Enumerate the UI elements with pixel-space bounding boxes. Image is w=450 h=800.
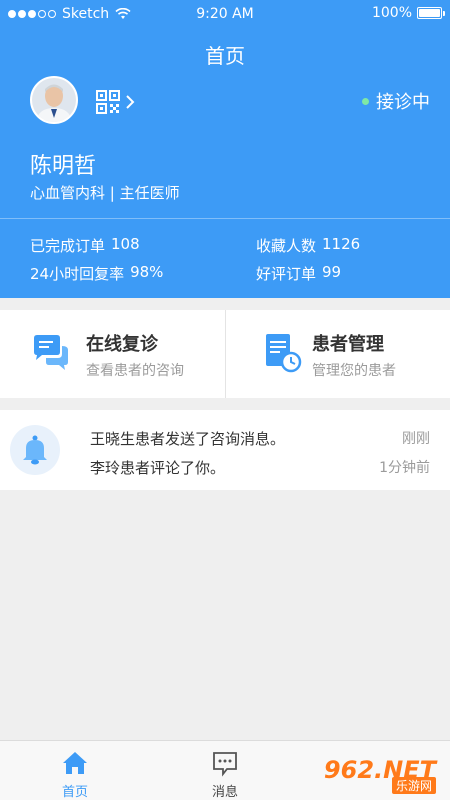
bell-badge bbox=[10, 425, 60, 475]
stat-value: 1126 bbox=[322, 235, 361, 253]
tab-home[interactable]: 首页 bbox=[0, 741, 150, 800]
stat-label: 收藏人数 bbox=[256, 237, 317, 255]
stat-favorites: 收藏人数 1126 bbox=[256, 235, 360, 256]
stat-value: 98% bbox=[130, 263, 164, 281]
tab-label: 消息 bbox=[211, 785, 238, 800]
quick-subtitle: 查看患者的咨询 bbox=[86, 363, 184, 379]
doctor-name: 陈明哲 bbox=[30, 154, 97, 179]
notice-text: 李玲患者评论了你。 bbox=[90, 459, 226, 477]
document-clock-icon bbox=[266, 334, 302, 373]
message-icon bbox=[213, 752, 237, 777]
tab-bar: 首页 消息 962.NET 乐游网 bbox=[0, 740, 450, 800]
watermark-sub: 乐游网 bbox=[391, 777, 436, 794]
consult-status-label: 接诊中 bbox=[376, 92, 430, 113]
notice-time: 1分钟前 bbox=[379, 460, 430, 476]
notice-item[interactable]: 李玲患者评论了你。 1分钟前 bbox=[90, 457, 430, 478]
doctor-title: 心血管内科 | 主任医师 bbox=[30, 184, 180, 202]
home-icon bbox=[63, 752, 87, 774]
battery-label: 100% bbox=[371, 5, 412, 21]
notice-panel[interactable] bbox=[0, 410, 450, 490]
battery-info: 100% bbox=[371, 5, 445, 21]
quick-subtitle: 管理您的患者 bbox=[312, 363, 396, 379]
chevron-right-icon[interactable] bbox=[124, 90, 136, 114]
header-divider bbox=[0, 218, 450, 219]
avatar-image bbox=[32, 78, 76, 122]
tab-messages[interactable]: 消息 bbox=[150, 741, 300, 800]
online-dot-icon bbox=[362, 97, 369, 105]
quick-actions: 在线复诊 查看患者的咨询 患者管理 管理您的患者 bbox=[0, 310, 450, 398]
bell-icon bbox=[23, 435, 47, 465]
stat-good-reviews: 好评订单 99 bbox=[256, 263, 341, 284]
stat-value: 99 bbox=[322, 263, 342, 281]
quick-title: 在线复诊 bbox=[86, 334, 158, 355]
chat-bubbles-icon bbox=[34, 335, 68, 370]
battery-icon bbox=[417, 7, 445, 19]
page-title: 首页 bbox=[205, 44, 245, 68]
watermark-logo: 962.NET 乐游网 bbox=[304, 754, 444, 794]
status-bar: Sketch 9:20 AM 100% bbox=[0, 0, 450, 28]
stat-label: 已完成订单 bbox=[30, 237, 106, 255]
notice-text: 王晓生患者发送了咨询消息。 bbox=[90, 430, 286, 448]
stat-value: 108 bbox=[111, 235, 140, 253]
stat-completed-orders: 已完成订单 108 bbox=[30, 235, 140, 256]
notice-time: 刚刚 bbox=[402, 431, 430, 447]
tab-label: 首页 bbox=[61, 785, 88, 800]
stat-label: 24小时回复率 bbox=[30, 265, 125, 283]
avatar[interactable] bbox=[30, 76, 78, 124]
quick-title: 患者管理 bbox=[312, 334, 384, 355]
consult-status[interactable]: 接诊中 bbox=[362, 88, 430, 114]
online-followup-card[interactable]: 在线复诊 查看患者的咨询 bbox=[0, 310, 225, 398]
notice-item[interactable]: 王晓生患者发送了咨询消息。 刚刚 bbox=[90, 428, 430, 449]
stat-reply-rate: 24小时回复率 98% bbox=[30, 263, 163, 284]
profile-header: Sketch 9:20 AM 100% 首页 接诊中 陈明哲 心血管内科 | 主… bbox=[0, 0, 450, 298]
stat-label: 好评订单 bbox=[256, 265, 317, 283]
qr-code-icon[interactable] bbox=[96, 90, 120, 114]
patient-management-card[interactable]: 患者管理 管理您的患者 bbox=[225, 310, 450, 398]
